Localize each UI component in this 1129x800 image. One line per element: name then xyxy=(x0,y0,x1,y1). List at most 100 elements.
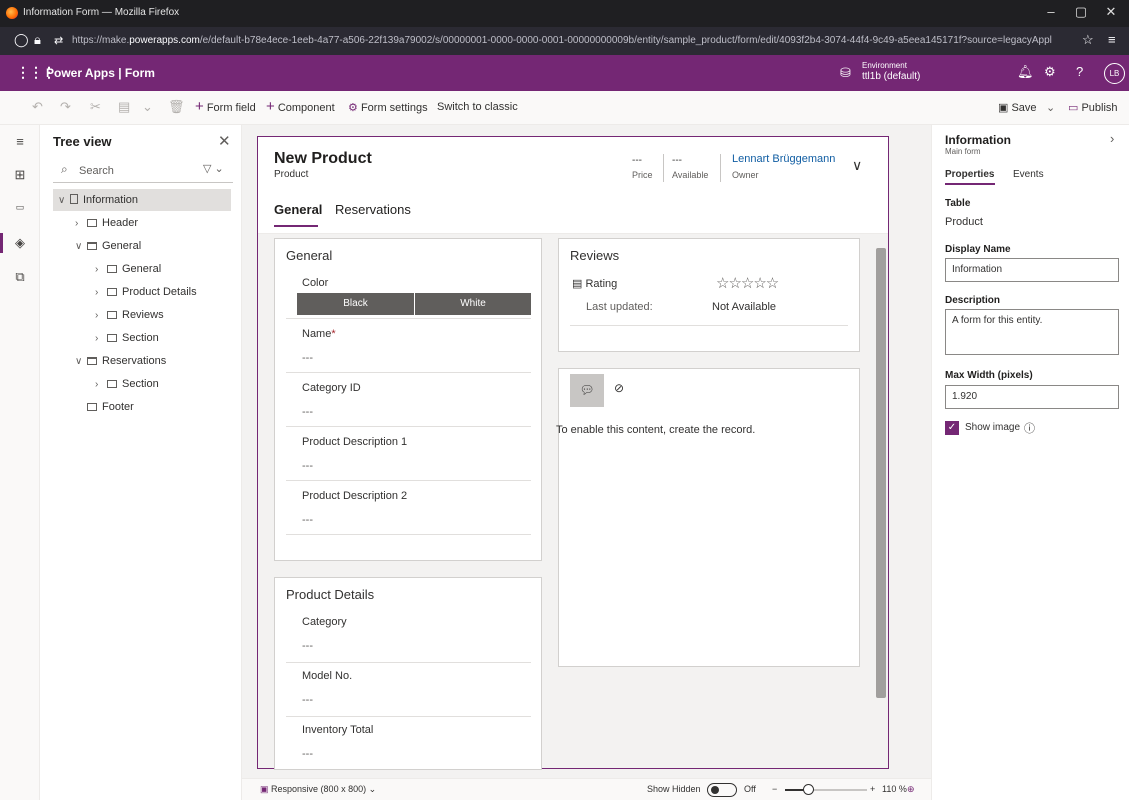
chevron-down-icon[interactable]: ∨ xyxy=(852,157,862,174)
maximize-icon[interactable]: ▢ xyxy=(1071,4,1091,20)
zoom-slider-thumb[interactable] xyxy=(803,784,814,795)
zoom-out-icon[interactable]: − xyxy=(772,784,777,794)
tree-node-footer[interactable]: Footer xyxy=(87,396,134,418)
save-dropdown-icon[interactable]: ⌄ xyxy=(1046,101,1055,114)
tab-icon xyxy=(87,242,97,250)
tab-general[interactable]: General xyxy=(274,202,322,217)
paste-icon[interactable]: ▤ xyxy=(118,99,130,115)
switch-classic-button[interactable]: Switch to classic xyxy=(437,101,518,113)
tree-node-product-details[interactable]: › Product Details xyxy=(95,281,197,303)
tree-node-information[interactable]: ∨ Information xyxy=(53,189,231,211)
responsive-dropdown[interactable]: ▣ Responsive (800 x 800) ⌄ xyxy=(260,784,376,795)
info-icon[interactable]: ⓘ xyxy=(1024,420,1035,436)
zoom-slider-track[interactable] xyxy=(785,784,867,795)
category-value[interactable]: --- xyxy=(302,640,313,652)
browser-title-bar: Information Form — Mozilla Firefox – ▢ ✕ xyxy=(0,0,1129,27)
environment-value[interactable]: ttl1b (default) xyxy=(862,71,920,82)
tree-node-reviews[interactable]: › Reviews xyxy=(95,304,164,326)
tree-node-reservations-section[interactable]: › Section xyxy=(95,373,159,395)
save-button[interactable]: ▣ Save xyxy=(998,101,1037,114)
chevron-right-icon[interactable]: › xyxy=(1110,131,1114,146)
check-circle-icon[interactable]: ⊘ xyxy=(614,381,624,395)
component-button[interactable]: + Component xyxy=(266,98,335,115)
model-no-value[interactable]: --- xyxy=(302,694,313,706)
browser-url-bar: ◯ 🔒︎ ⇄ https://make.powerapps.com/e/defa… xyxy=(0,27,1129,55)
timeline-section[interactable]: 💬︎ ⊘ To enable this content, create the … xyxy=(556,368,860,667)
search-input[interactable]: Search xyxy=(79,165,114,177)
app-brand[interactable]: Power Apps | Form xyxy=(46,66,155,80)
tab-reservations[interactable]: Reservations xyxy=(335,202,411,217)
close-window-icon[interactable]: ✕ xyxy=(1101,4,1121,20)
help-icon[interactable]: ? xyxy=(1076,64,1083,79)
environment-icon[interactable]: ⛁ xyxy=(840,65,851,81)
hamburger-menu-icon[interactable]: ≡ xyxy=(1108,32,1116,47)
form-libraries-icon[interactable]: ⧉ xyxy=(10,269,30,285)
section-icon xyxy=(87,219,97,227)
tree-view-pane: Tree view ✕ ⌕ Search ▽ ⌄ ∨ Information › H… xyxy=(40,125,242,800)
form-preview[interactable]: New Product Product --- Price --- Availa… xyxy=(257,136,889,770)
delete-icon[interactable]: 🗑︎ xyxy=(168,99,185,115)
url-field[interactable]: https://make.powerapps.com/e/default-b78… xyxy=(72,35,1077,46)
redo-icon[interactable]: ↷ xyxy=(60,99,71,115)
tree-view-icon[interactable]: ◈ xyxy=(10,235,30,251)
general-section[interactable]: General Color Black White Name* --- Cate… xyxy=(274,238,542,561)
product-description-1-value[interactable]: --- xyxy=(302,460,313,472)
components-icon[interactable]: ⊞ xyxy=(10,167,30,183)
minimize-icon[interactable]: – xyxy=(1041,4,1061,19)
tree-search-box[interactable]: ⌕ Search ▽ ⌄ xyxy=(53,159,233,183)
form-header[interactable]: New Product Product --- Price --- Availa… xyxy=(258,137,888,234)
notifications-icon[interactable]: 🔔︎ xyxy=(1017,64,1034,80)
last-updated-label: Last updated: xyxy=(586,301,653,313)
tree-node-general-section[interactable]: › General xyxy=(95,258,161,280)
max-width-field[interactable]: 1.920 xyxy=(945,385,1119,409)
close-icon[interactable]: ✕ xyxy=(218,132,231,150)
model-no-label: Model No. xyxy=(302,670,353,682)
canvas-scrollbar[interactable] xyxy=(876,248,886,698)
permissions-icon[interactable]: ⇄ xyxy=(54,34,63,47)
table-columns-icon[interactable]: ▭ xyxy=(10,202,30,213)
form-field-button[interactable]: + Form field xyxy=(195,98,256,115)
show-image-checkbox[interactable]: ✓ xyxy=(945,421,959,435)
reviews-section[interactable]: Reviews ▤ Rating ☆☆☆☆☆ Last updated: Not… xyxy=(558,238,860,352)
cut-icon[interactable]: ✂ xyxy=(90,99,101,115)
chevron-down-icon: ∨ xyxy=(75,356,83,367)
bookmark-star-icon[interactable]: ☆ xyxy=(1082,32,1094,48)
tree-node-section[interactable]: › Section xyxy=(95,327,159,349)
chevron-right-icon: › xyxy=(75,218,79,229)
form-settings-button[interactable]: ⚙ Form settings xyxy=(348,101,428,114)
product-description-2-value[interactable]: --- xyxy=(302,514,313,526)
paste-dropdown-icon[interactable]: ⌄ xyxy=(142,99,153,115)
zoom-in-icon[interactable]: + xyxy=(870,784,875,794)
publish-button[interactable]: ▭ Publish xyxy=(1068,101,1118,114)
filter-icon[interactable]: ▽ ⌄ xyxy=(203,162,224,175)
color-option-white[interactable]: White xyxy=(415,293,531,315)
tree-node-header[interactable]: › Header xyxy=(75,212,138,234)
shield-icon[interactable]: ◯ xyxy=(14,32,29,48)
divider xyxy=(286,662,531,663)
avatar[interactable]: LB xyxy=(1104,63,1125,84)
tree-node-reservations-tab[interactable]: ∨ Reservations xyxy=(75,350,166,372)
owner-link[interactable]: Lennart Brüggemann xyxy=(732,153,835,165)
divider xyxy=(286,480,531,481)
tab-events[interactable]: Events xyxy=(1013,169,1044,180)
description-field[interactable]: A form for this entity. xyxy=(945,309,1119,355)
product-details-section[interactable]: Product Details Category --- Model No. -… xyxy=(274,577,542,770)
category-id-value[interactable]: --- xyxy=(302,406,313,418)
undo-icon[interactable]: ↶ xyxy=(32,99,43,115)
color-option-black[interactable]: Black xyxy=(297,293,414,315)
fit-to-screen-icon[interactable]: ⊕ xyxy=(907,784,915,795)
tree-node-general-tab[interactable]: ∨ General xyxy=(75,235,141,257)
search-icon: ⌕ xyxy=(61,162,68,176)
tab-icon xyxy=(87,357,97,365)
notes-icon[interactable]: 💬︎ xyxy=(570,374,604,407)
available-value: --- xyxy=(672,155,682,166)
settings-gear-icon[interactable]: ⚙ xyxy=(1044,64,1056,80)
name-value[interactable]: --- xyxy=(302,352,313,364)
rating-stars[interactable]: ☆☆☆☆☆ xyxy=(716,274,779,292)
hamburger-icon[interactable]: ≡ xyxy=(10,134,30,149)
tab-properties[interactable]: Properties xyxy=(945,169,994,180)
lock-icon[interactable]: 🔒︎ xyxy=(34,32,41,48)
show-hidden-toggle[interactable] xyxy=(707,783,737,797)
display-name-field[interactable]: Information xyxy=(945,258,1119,282)
inventory-total-value[interactable]: --- xyxy=(302,748,313,760)
